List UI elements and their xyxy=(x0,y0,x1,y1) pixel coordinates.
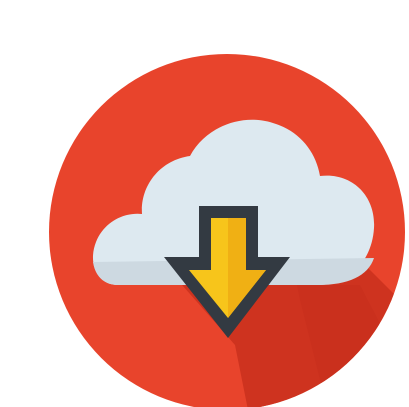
icon-canvas xyxy=(0,0,409,407)
cloud-download-icon[interactable] xyxy=(0,0,409,407)
